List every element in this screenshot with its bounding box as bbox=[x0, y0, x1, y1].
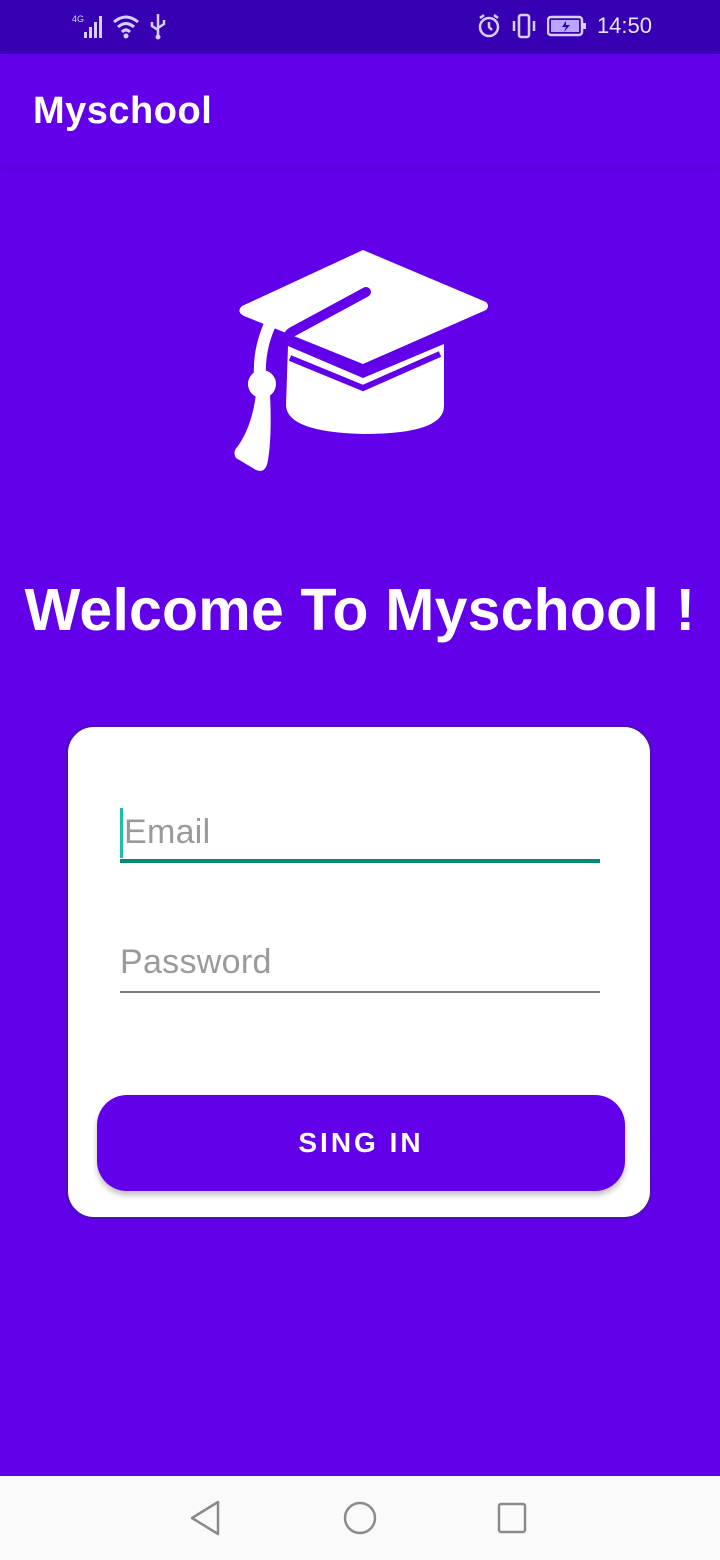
email-underline bbox=[120, 859, 600, 863]
password-underline bbox=[120, 991, 600, 993]
battery-icon bbox=[546, 15, 586, 37]
status-bar: 4G 14:50 bbox=[0, 0, 720, 54]
network-type-label: 4G bbox=[72, 14, 84, 24]
signal-icon: 4G bbox=[72, 14, 102, 38]
password-field[interactable]: Password bbox=[120, 935, 600, 993]
status-left-icons: 4G bbox=[72, 12, 168, 40]
email-field[interactable]: Email bbox=[120, 805, 600, 863]
email-placeholder: Email bbox=[124, 813, 211, 851]
status-right-icons: 14:50 bbox=[477, 12, 652, 40]
vibrate-icon bbox=[512, 13, 536, 39]
welcome-heading: Welcome To Myschool ! bbox=[24, 577, 696, 643]
back-icon[interactable] bbox=[184, 1496, 228, 1540]
login-card: Email Password SING IN bbox=[66, 725, 652, 1219]
password-placeholder: Password bbox=[120, 943, 272, 981]
alarm-icon bbox=[478, 14, 500, 38]
home-icon[interactable] bbox=[338, 1496, 382, 1540]
text-cursor bbox=[120, 808, 123, 858]
system-nav-bar bbox=[0, 1476, 720, 1560]
wifi-icon bbox=[113, 15, 139, 39]
app-title: Myschool bbox=[33, 90, 213, 132]
recents-icon[interactable] bbox=[490, 1496, 534, 1540]
graduation-cap-icon bbox=[234, 250, 488, 471]
sign-in-button[interactable]: SING IN bbox=[97, 1095, 625, 1191]
status-time: 14:50 bbox=[596, 13, 652, 38]
app-bar: Myschool bbox=[0, 54, 720, 166]
usb-icon bbox=[150, 14, 166, 40]
